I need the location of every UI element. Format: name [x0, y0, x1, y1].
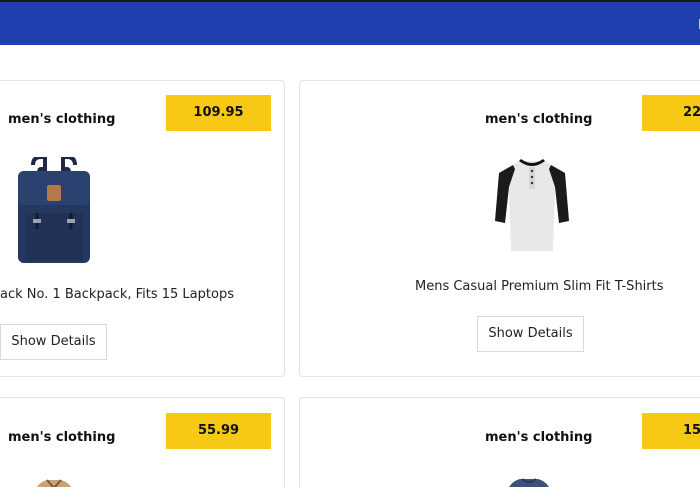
- product-card: 55.99 men's clothing: [0, 397, 285, 487]
- show-details-button[interactable]: Show Details: [477, 316, 584, 352]
- show-details-button[interactable]: Show Details: [0, 324, 107, 360]
- tshirt-image: [509, 478, 549, 487]
- product-card: 22. men's clothing Mens Casual Premium S…: [299, 80, 700, 377]
- price-badge: 15.: [642, 413, 700, 449]
- jacket-image: [36, 479, 72, 487]
- price-badge: 55.99: [166, 413, 271, 449]
- product-category: men's clothing: [8, 430, 116, 445]
- product-card: 15. men's clothing: [299, 397, 700, 487]
- product-title: ack No. 1 Backpack, Fits 15 Laptops: [0, 287, 234, 302]
- product-title: Mens Casual Premium Slim Fit T-Shirts: [415, 279, 664, 294]
- product-card: 109.95 men's clothing ack No. 1 Backpack…: [0, 80, 285, 377]
- price-badge: 109.95: [166, 95, 271, 131]
- raglan-tshirt-image: [495, 159, 569, 251]
- top-navbar: P: [0, 0, 700, 45]
- product-category: men's clothing: [8, 112, 116, 127]
- price-badge: 22.: [642, 95, 700, 131]
- backpack-image: [18, 157, 90, 263]
- product-category: men's clothing: [485, 112, 593, 127]
- product-category: men's clothing: [485, 430, 593, 445]
